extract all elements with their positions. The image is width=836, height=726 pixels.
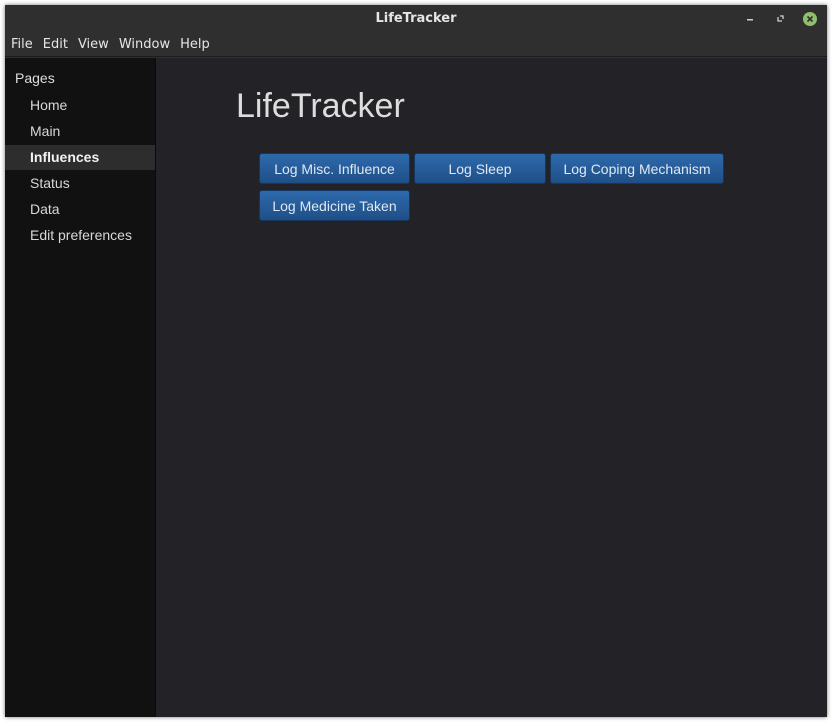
minimize-icon[interactable] [742, 11, 758, 27]
page-title: LifeTracker [236, 87, 405, 125]
menu-file[interactable]: File [11, 37, 33, 52]
title-bar[interactable]: LifeTracker [5, 5, 827, 33]
menu-bar: File Edit View Window Help [5, 33, 827, 57]
sidebar-item-data[interactable]: Data [5, 197, 155, 222]
sidebar-title: Pages [15, 70, 55, 86]
log-sleep-button[interactable]: Log Sleep [414, 153, 546, 184]
menu-view[interactable]: View [78, 37, 109, 52]
sidebar-item-influences[interactable]: Influences [5, 145, 155, 170]
main-panel: LifeTracker Log Misc. Influence Log Slee… [156, 58, 827, 717]
window-title: LifeTracker [375, 11, 457, 26]
app-window: LifeTracker File Edit View Window Help P… [5, 5, 827, 717]
log-medicine-taken-button[interactable]: Log Medicine Taken [259, 190, 410, 221]
menu-window[interactable]: Window [119, 37, 170, 52]
menu-edit[interactable]: Edit [43, 37, 68, 52]
sidebar-item-main[interactable]: Main [5, 119, 155, 144]
sidebar-item-status[interactable]: Status [5, 171, 155, 196]
menu-help[interactable]: Help [180, 37, 210, 52]
maximize-icon[interactable] [772, 11, 788, 27]
sidebar-item-edit-preferences[interactable]: Edit preferences [5, 223, 155, 248]
close-icon[interactable] [802, 11, 818, 27]
sidebar-item-home[interactable]: Home [5, 93, 155, 118]
sidebar: Pages Home Main Influences Status Data E… [5, 58, 156, 717]
content-area: Pages Home Main Influences Status Data E… [5, 58, 827, 717]
log-coping-mechanism-button[interactable]: Log Coping Mechanism [550, 153, 724, 184]
log-misc-influence-button[interactable]: Log Misc. Influence [259, 153, 410, 184]
